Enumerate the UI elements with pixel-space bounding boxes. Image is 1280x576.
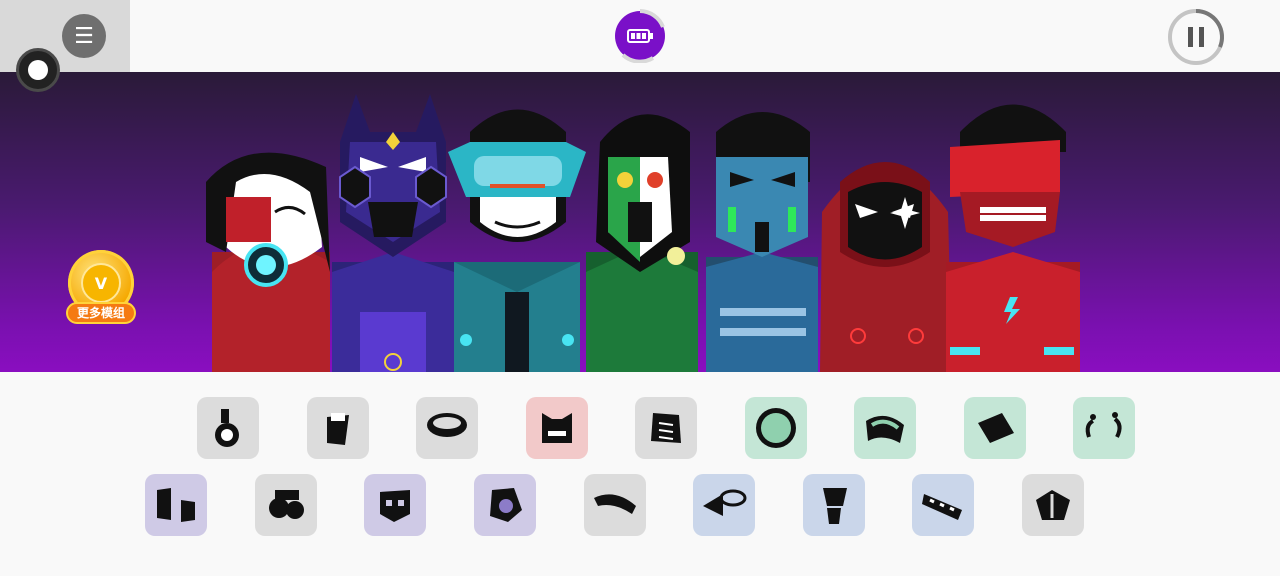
toggle-knob bbox=[28, 60, 48, 80]
sound-tray bbox=[0, 372, 1280, 576]
voice-icon-2[interactable] bbox=[255, 474, 317, 536]
voice-icon-4[interactable] bbox=[474, 474, 536, 536]
melody-icon-1[interactable] bbox=[745, 397, 807, 459]
more-mods-button[interactable]: V 更多模组 bbox=[66, 250, 136, 330]
pause-icon[interactable] bbox=[1166, 7, 1226, 67]
vip-badge: V bbox=[81, 263, 121, 303]
character-red-cyborg[interactable] bbox=[206, 152, 330, 372]
character-blue-robot[interactable] bbox=[706, 112, 818, 372]
character-stage: V 更多模组 bbox=[0, 72, 1280, 372]
beat-icon-3[interactable] bbox=[416, 397, 478, 459]
voice-icon-6[interactable] bbox=[693, 474, 755, 536]
record-toggle[interactable] bbox=[16, 48, 60, 92]
character-red-hood[interactable] bbox=[820, 162, 952, 372]
voice-icon-9[interactable] bbox=[1022, 474, 1084, 536]
effect-icon-1[interactable] bbox=[526, 397, 588, 459]
voice-icon-3[interactable] bbox=[364, 474, 426, 536]
effect-icon-2[interactable] bbox=[635, 397, 697, 459]
voice-icon-8[interactable] bbox=[912, 474, 974, 536]
character-green-shaman[interactable] bbox=[586, 114, 698, 372]
battery-icon[interactable] bbox=[613, 9, 667, 63]
character-red-helmet[interactable] bbox=[946, 104, 1080, 373]
voice-icon-7[interactable] bbox=[803, 474, 865, 536]
melody-icon-2[interactable] bbox=[854, 397, 916, 459]
voice-icon-1[interactable] bbox=[145, 474, 207, 536]
character-purple-demon[interactable] bbox=[332, 94, 454, 372]
voice-icon-5[interactable] bbox=[584, 474, 646, 536]
melody-icon-3[interactable] bbox=[964, 397, 1026, 459]
melody-icon-4[interactable] bbox=[1073, 397, 1135, 459]
character-teal-visor[interactable] bbox=[448, 109, 586, 373]
beat-icon-1[interactable] bbox=[197, 397, 259, 459]
menu-icon[interactable]: ☰ bbox=[62, 14, 106, 58]
beat-icon-2[interactable] bbox=[307, 397, 369, 459]
more-mods-label: 更多模组 bbox=[66, 302, 136, 324]
